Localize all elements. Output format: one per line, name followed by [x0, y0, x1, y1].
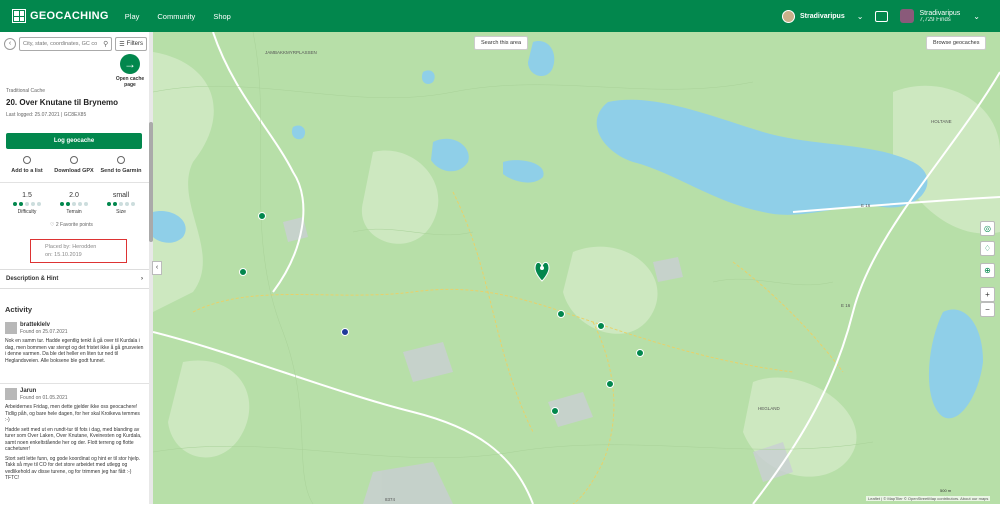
cache-detail-panel: ‹ ⚲ ☰ Filters → Open cache page Traditio… — [0, 32, 152, 504]
placed-on: on: 15.10.2019 — [45, 252, 82, 258]
map-label: 8374 — [385, 497, 396, 502]
terrain-rating: 2.0 Terrain — [51, 192, 97, 215]
user-menu[interactable]: Stradivaripus — [781, 9, 845, 23]
cache-marker[interactable] — [239, 268, 247, 276]
nav-community[interactable]: Community — [157, 12, 195, 21]
chevron-down-icon[interactable]: ⌄ — [973, 12, 980, 21]
map-label: HOLTANE — [931, 119, 952, 124]
difficulty-rating: 1.5 Difficulty — [4, 192, 50, 215]
zoom-in-button[interactable]: + — [980, 287, 995, 302]
profile-avatar — [900, 9, 915, 23]
cache-type: Traditional Cache — [6, 88, 46, 94]
map-label: JAMBAKKMYRPLASSEN — [265, 50, 317, 55]
zoom-out-button[interactable]: − — [980, 302, 995, 317]
map-canvas[interactable]: JAMBAKKMYRPLASSEN HOLTANE HEGLAND E 16 E… — [152, 31, 1000, 505]
log-geocache-button[interactable]: Log geocache — [6, 133, 142, 149]
divider — [0, 383, 149, 384]
map-label: E 16 — [841, 303, 851, 308]
logo-icon — [12, 9, 26, 23]
device-icon — [117, 156, 125, 164]
chevron-right-icon: › — [141, 276, 143, 282]
arrow-right-icon: → — [120, 54, 140, 74]
avatar — [781, 9, 795, 23]
target-icon[interactable]: ◎ — [980, 221, 995, 236]
activity-heading: Activity — [5, 305, 33, 314]
layers-icon[interactable]: ♢ — [980, 241, 995, 256]
cache-marker[interactable] — [597, 322, 605, 330]
add-to-list-button[interactable]: Add to a list — [4, 156, 50, 174]
locate-icon[interactable]: ⊕ — [980, 263, 995, 278]
profile-name: Stradivaripus — [919, 9, 961, 17]
nav-shop[interactable]: Shop — [213, 12, 231, 21]
back-icon[interactable]: ‹ — [4, 38, 16, 50]
logo-text: GEOCACHING — [30, 10, 109, 22]
divider — [0, 182, 149, 183]
map-label: E 16 — [861, 203, 871, 208]
send-to-garmin-button[interactable]: Send to Garmin — [98, 156, 144, 174]
size-rating: small Size — [98, 192, 144, 215]
collapse-panel-button[interactable]: ‹ — [152, 261, 162, 275]
profile-menu[interactable]: Stradivaripus 7,729 Finds ⌄ — [900, 9, 980, 23]
cache-marker-mystery[interactable] — [341, 328, 349, 336]
map-view[interactable]: JAMBAKKMYRPLASSEN HOLTANE HEGLAND E 16 E… — [152, 31, 1000, 505]
download-icon — [70, 156, 78, 164]
description-hint-row[interactable]: Description & Hint › — [0, 269, 149, 289]
avatar — [5, 322, 17, 334]
browse-geocaches-button[interactable]: Browse geocaches — [926, 36, 987, 50]
last-logged: Last logged: 25.07.2021 | GC8EX85 — [6, 112, 87, 118]
cache-marker[interactable] — [606, 380, 614, 388]
map-scale: 500 m — [940, 488, 952, 493]
find-count: 7,729 Finds — [919, 16, 951, 23]
chevron-down-icon[interactable]: ⌄ — [857, 12, 864, 21]
cache-marker[interactable] — [636, 349, 644, 357]
open-cache-page-button[interactable]: → Open cache page — [110, 54, 150, 88]
cache-marker[interactable] — [551, 407, 559, 415]
filter-icon: ☰ — [119, 41, 125, 48]
geocaching-logo[interactable]: GEOCACHING — [12, 9, 109, 23]
favorite-points: ♡ 2 Favorite points — [50, 222, 93, 228]
download-gpx-button[interactable]: Download GPX — [51, 156, 97, 174]
plus-icon — [23, 156, 31, 164]
placed-by: Placed by: Herodden — [45, 244, 97, 250]
avatar — [5, 388, 17, 400]
top-navigation-bar: GEOCACHING Play Community Shop Stradivar… — [0, 0, 1000, 32]
search-icon[interactable]: ⚲ — [103, 40, 108, 48]
search-field[interactable]: ⚲ — [19, 37, 113, 51]
log-entry: bratteklelv Found on 25.07.2021 Nok en s… — [5, 322, 144, 364]
map-attribution[interactable]: Leaflet | © MapTiler © OpenStreetMap con… — [866, 496, 991, 501]
username: Stradivaripus — [799, 12, 845, 20]
placed-by-box: Placed by: Herodden on: 15.10.2019 — [30, 239, 127, 263]
message-icon[interactable] — [875, 10, 889, 22]
cache-marker[interactable] — [557, 310, 565, 318]
cache-title: 20. Over Knutane til Brynemo — [6, 98, 119, 107]
filters-button[interactable]: ☰ Filters — [115, 37, 147, 51]
nav-play[interactable]: Play — [125, 12, 140, 21]
search-input[interactable] — [23, 41, 104, 47]
map-label: HEGLAND — [758, 406, 781, 411]
search-this-area-button[interactable]: Search this area — [474, 36, 529, 50]
cache-marker[interactable] — [258, 212, 266, 220]
log-entry: Jarun Found on 01.05.2021 Arbeidernes Fr… — [5, 388, 142, 481]
